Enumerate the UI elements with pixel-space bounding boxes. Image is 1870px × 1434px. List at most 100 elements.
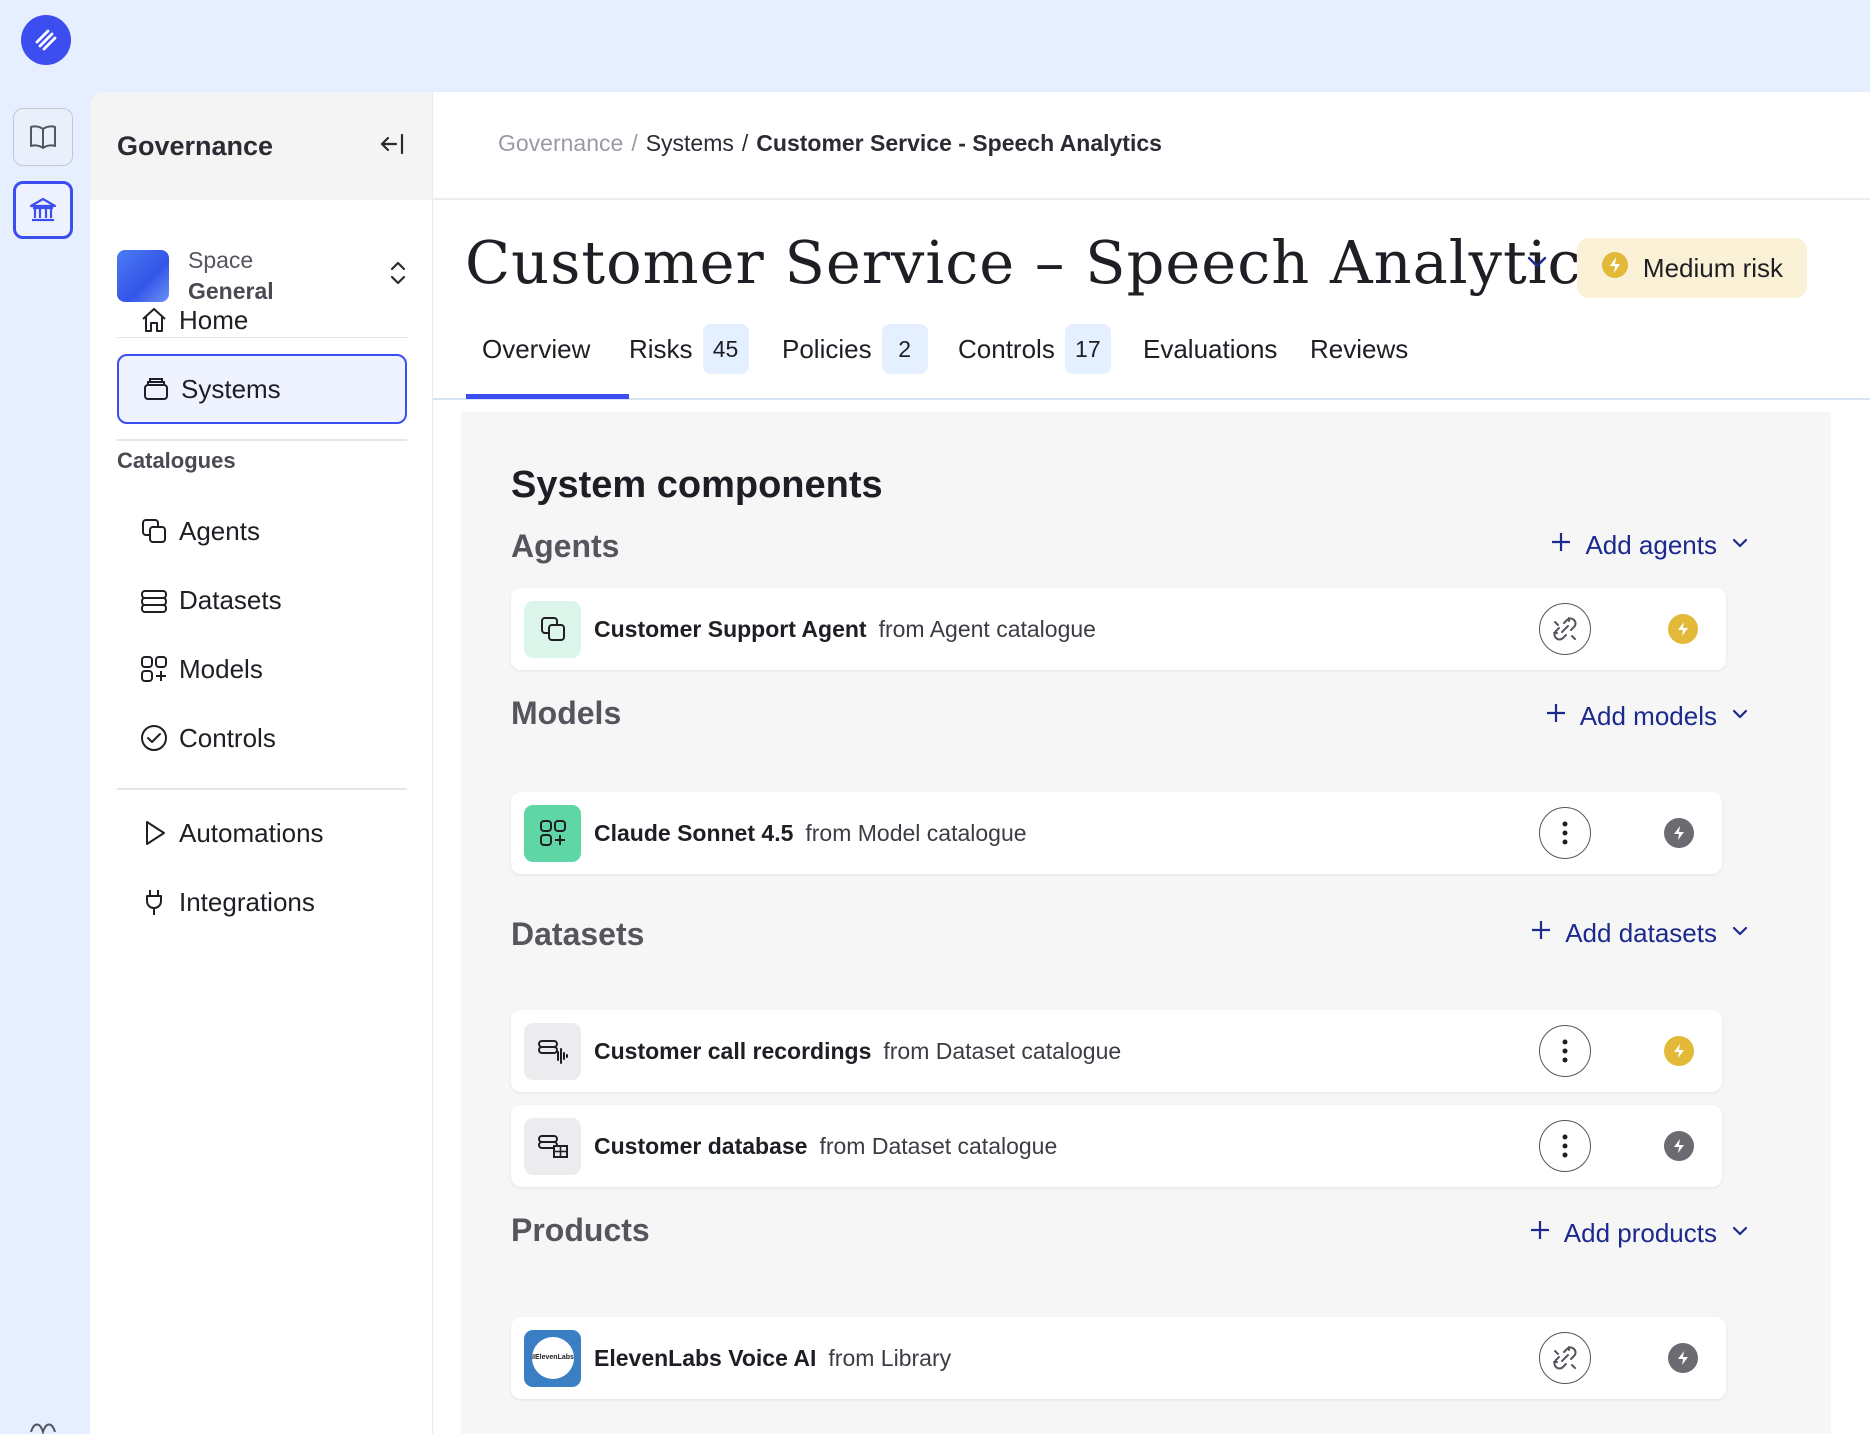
sidebar-item-label: Models <box>179 653 263 684</box>
leaf-icon <box>28 1418 58 1434</box>
main-panel: Governance / Systems / Customer Service … <box>432 92 1870 1434</box>
tab-controls[interactable]: Controls 17 <box>958 324 1111 398</box>
app-rail <box>0 0 90 1434</box>
sidebar-item-label: Integrations <box>179 886 315 917</box>
more-options-icon[interactable] <box>1539 1025 1591 1077</box>
tab-risks[interactable]: Risks 45 <box>629 324 749 398</box>
sidebar-item-datasets[interactable]: Datasets <box>117 565 407 635</box>
home-icon <box>137 303 171 337</box>
active-tab-indicator <box>466 394 629 399</box>
lightning-icon <box>1664 1131 1694 1161</box>
sidebar-item-systems[interactable]: Systems <box>117 354 407 424</box>
models-icon <box>137 652 171 686</box>
page-title: Customer Service – Speech Analytics <box>465 228 1613 297</box>
component-name: Claude Sonnet 4.5 <box>594 819 794 846</box>
tab-overview[interactable]: Overview <box>482 324 590 398</box>
tab-label: Risks <box>629 333 693 364</box>
elevenlabs-logo: IIElevenLabs <box>524 1329 581 1387</box>
title-chevron-down-icon[interactable] <box>1523 252 1551 277</box>
lightning-icon <box>1668 1343 1698 1373</box>
divider <box>117 439 407 441</box>
tab-label: Controls <box>958 333 1055 364</box>
model-icon <box>524 804 581 862</box>
plug-icon <box>137 885 171 919</box>
tab-count-badge: 17 <box>1064 324 1111 374</box>
component-source: from Dataset catalogue <box>819 1132 1058 1159</box>
datasets-heading: Datasets <box>511 916 645 952</box>
sidebar-item-label: Datasets <box>179 584 282 615</box>
systems-icon <box>139 372 173 406</box>
book-icon[interactable] <box>13 108 73 166</box>
divider <box>117 788 407 790</box>
divider <box>433 198 1870 200</box>
lightning-icon <box>1668 614 1698 644</box>
component-source: from Model catalogue <box>805 819 1027 846</box>
products-heading: Products <box>511 1212 650 1248</box>
tab-evaluations[interactable]: Evaluations <box>1143 324 1277 398</box>
sidebar-item-controls[interactable]: Controls <box>117 703 407 773</box>
add-products-button[interactable]: Add products <box>1528 1218 1751 1249</box>
lightning-icon <box>1601 251 1629 286</box>
breadcrumb-current: Customer Service - Speech Analytics <box>756 130 1162 156</box>
sidebar-item-label: Home <box>179 304 249 335</box>
add-models-button[interactable]: Add models <box>1544 701 1751 732</box>
catalogues-heading: Catalogues <box>117 448 236 473</box>
divider <box>433 398 1870 400</box>
sidebar-item-automations[interactable]: Automations <box>117 798 407 868</box>
tab-label: Policies <box>782 333 872 364</box>
tab-reviews[interactable]: Reviews <box>1310 324 1408 398</box>
component-source: from Dataset catalogue <box>883 1037 1122 1064</box>
tab-label: Evaluations <box>1143 333 1278 364</box>
breadcrumb-separator: / <box>631 130 638 156</box>
breadcrumb-systems[interactable]: Systems <box>646 130 734 157</box>
plus-icon <box>1544 701 1568 732</box>
sidebar-item-models[interactable]: Models <box>117 634 407 704</box>
space-label: Space <box>188 246 254 273</box>
play-icon <box>137 816 171 850</box>
collapse-sidebar-icon[interactable] <box>378 132 406 161</box>
agent-icon <box>524 600 581 658</box>
datasets-icon <box>137 583 171 617</box>
sidebar-item-home[interactable]: Home <box>117 285 407 355</box>
sidebar-item-label: Agents <box>179 515 260 546</box>
tab-bar: Overview Risks 45 Policies 2 Controls 17… <box>466 324 1870 398</box>
component-name: Customer Support Agent <box>594 615 867 642</box>
breadcrumb: Governance / Systems / Customer Service … <box>498 130 1162 157</box>
add-models-label: Add models <box>1579 701 1717 731</box>
more-options-icon[interactable] <box>1539 807 1591 859</box>
agents-heading: Agents <box>511 528 620 564</box>
app-logo-icon[interactable] <box>21 15 71 65</box>
component-source: from Agent catalogue <box>878 615 1096 642</box>
breadcrumb-separator: / <box>741 130 749 156</box>
plus-icon <box>1528 1218 1552 1249</box>
lightning-icon <box>1664 1036 1694 1066</box>
tab-label: Reviews <box>1310 333 1409 364</box>
section-title: System components <box>511 464 883 506</box>
audio-dataset-icon <box>524 1022 581 1080</box>
more-options-icon[interactable] <box>1539 1120 1591 1172</box>
sidebar: Governance Space General Home Systems Ca… <box>90 92 432 1434</box>
unlink-icon[interactable] <box>1539 1332 1591 1384</box>
component-source: from Library <box>828 1344 952 1371</box>
sidebar-item-integrations[interactable]: Integrations <box>117 867 407 937</box>
sidebar-item-label: Automations <box>179 817 324 848</box>
add-products-label: Add products <box>1563 1218 1717 1248</box>
risk-label: Medium risk <box>1642 252 1784 283</box>
agents-icon <box>137 514 171 548</box>
add-agents-button[interactable]: Add agents <box>1549 530 1751 561</box>
breadcrumb-governance[interactable]: Governance <box>498 130 623 157</box>
tab-label: Overview <box>482 333 591 364</box>
tab-policies[interactable]: Policies 2 <box>782 324 928 398</box>
sidebar-item-label: Controls <box>179 722 276 753</box>
governance-bank-icon[interactable] <box>13 181 73 239</box>
unlink-icon[interactable] <box>1539 603 1591 655</box>
plus-icon <box>1529 918 1553 949</box>
add-datasets-button[interactable]: Add datasets <box>1529 918 1751 949</box>
sidebar-item-agents[interactable]: Agents <box>117 496 407 566</box>
sidebar-item-label: Systems <box>181 373 281 404</box>
component-name: ElevenLabs Voice AI <box>594 1344 817 1371</box>
sidebar-header: Governance <box>90 92 432 200</box>
risk-badge: Medium risk <box>1577 238 1807 298</box>
component-name: Customer call recordings <box>594 1037 872 1064</box>
system-components-panel: System components Agents Add agents Cust… <box>461 412 1831 1434</box>
